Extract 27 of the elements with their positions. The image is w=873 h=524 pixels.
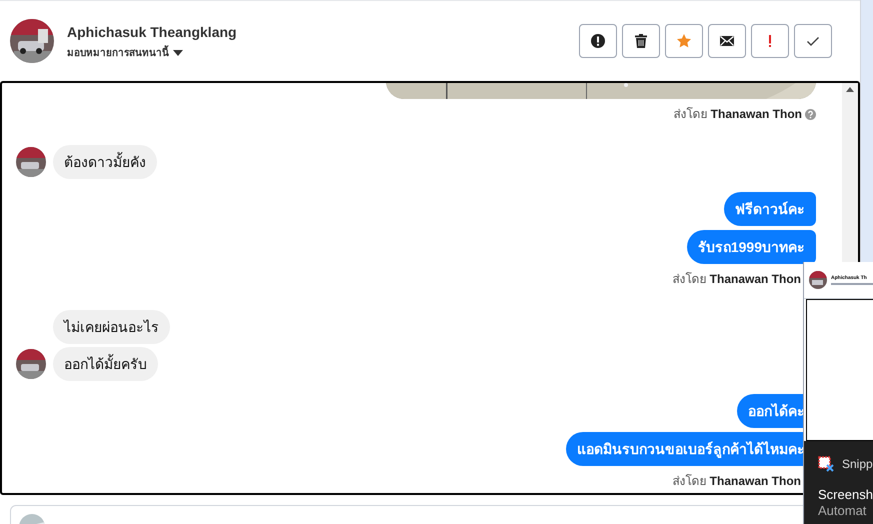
star-icon — [676, 33, 692, 49]
alert-icon — [590, 33, 606, 49]
incoming-message: ไม่เคยผ่อนอะไร — [53, 310, 170, 344]
incoming-message: ออกได้มั้ยครับ — [53, 347, 158, 381]
scroll-up-icon[interactable] — [846, 87, 854, 92]
outgoing-message: รับรถ1999บาทคะ — [686, 230, 816, 264]
sender-note: ส่งโดย Thanawan Thon — [672, 473, 801, 490]
star-button[interactable] — [665, 24, 703, 58]
mail-button[interactable] — [708, 24, 746, 58]
scissors-app-icon — [818, 456, 834, 472]
outgoing-message: ฟรีดาวน์คะ — [724, 192, 816, 226]
sender-note: ส่งโดย Thanawan Thon — [673, 106, 802, 123]
delete-button[interactable] — [622, 24, 660, 58]
contact-name: Aphichasuk Theangklang — [67, 22, 237, 42]
assign-dropdown[interactable]: มอบหมายการสนทนานี้ — [67, 46, 237, 60]
app-name: Snipp — [842, 456, 873, 473]
trash-icon — [633, 33, 649, 49]
sender-note: ส่งโดย Thanawan Thon — [672, 271, 801, 288]
notification-body: Automat — [818, 503, 868, 519]
report-button[interactable] — [579, 24, 617, 58]
mail-icon — [719, 33, 735, 49]
important-button[interactable] — [751, 24, 789, 58]
done-button[interactable] — [794, 24, 832, 58]
notification-title: Screensh — [818, 487, 873, 503]
help-icon[interactable] — [805, 108, 816, 120]
incoming-message: ต้องดาวมั้ยคัง — [53, 145, 157, 179]
caret-icon — [173, 50, 183, 56]
